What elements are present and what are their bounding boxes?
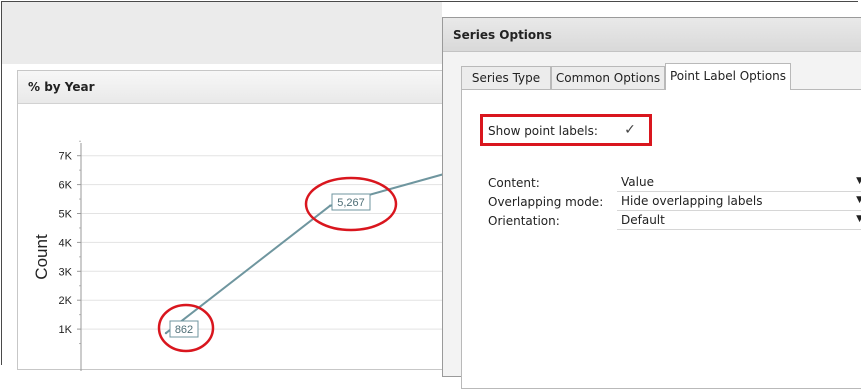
y-tick-label: 3K xyxy=(59,266,73,278)
y-tick-label: 6K xyxy=(59,180,73,192)
chevron-down-icon[interactable]: ▼ xyxy=(856,176,861,186)
tab-series-type[interactable]: Series Type xyxy=(461,66,551,89)
checkmark-icon[interactable]: ✓ xyxy=(623,123,637,137)
tab-common-options[interactable]: Common Options xyxy=(551,66,665,89)
y-tick-label: 1K xyxy=(59,324,73,336)
y-tick-label: 7K xyxy=(59,151,73,163)
orientation-label: Orientation: xyxy=(488,214,560,228)
series-options-dialog: Series Options Series Type Common Option… xyxy=(442,17,861,389)
content-dropdown-value: Value xyxy=(621,175,654,189)
point-label: 862 xyxy=(175,324,193,336)
overlapping-mode-value: Hide overlapping labels xyxy=(621,194,763,208)
overlapping-mode-dropdown[interactable]: Hide overlapping labels ▼ xyxy=(617,192,861,211)
dialog-titlebar[interactable]: Series Options xyxy=(443,18,861,52)
tab-point-label-options[interactable]: Point Label Options xyxy=(665,63,791,90)
line-chart: 1K 2K 3K 4K 5K 6K 7K Count 862 5,267 xyxy=(32,140,458,371)
content-dropdown[interactable]: Value ▼ xyxy=(617,173,861,192)
y-tick-label: 5K xyxy=(59,209,73,221)
point-label: 5,267 xyxy=(337,197,365,209)
orientation-dropdown[interactable]: Default ▼ xyxy=(617,211,861,230)
data-point xyxy=(328,204,332,207)
background-strip xyxy=(2,2,442,64)
orientation-value: Default xyxy=(621,213,665,227)
content-label: Content: xyxy=(488,176,540,190)
dialog-title: Series Options xyxy=(453,28,552,42)
y-tick-label: 2K xyxy=(59,295,73,307)
show-point-labels-label: Show point labels: xyxy=(488,124,598,138)
data-point xyxy=(164,331,168,335)
y-tick-label: 4K xyxy=(59,237,73,249)
chevron-down-icon[interactable]: ▼ xyxy=(856,195,861,205)
chevron-down-icon[interactable]: ▼ xyxy=(856,214,861,224)
chart-panel: % by Year 1K 2K 3K 4K 5K 6K 7K Count 862 5,267 xyxy=(17,70,458,371)
y-axis-label: Count xyxy=(32,234,51,280)
tab-content-point-label-options: Show point labels: ✓ Content: Value ▼ Ov… xyxy=(461,89,861,389)
overlapping-mode-label: Overlapping mode: xyxy=(488,195,604,209)
series-line xyxy=(165,169,458,334)
